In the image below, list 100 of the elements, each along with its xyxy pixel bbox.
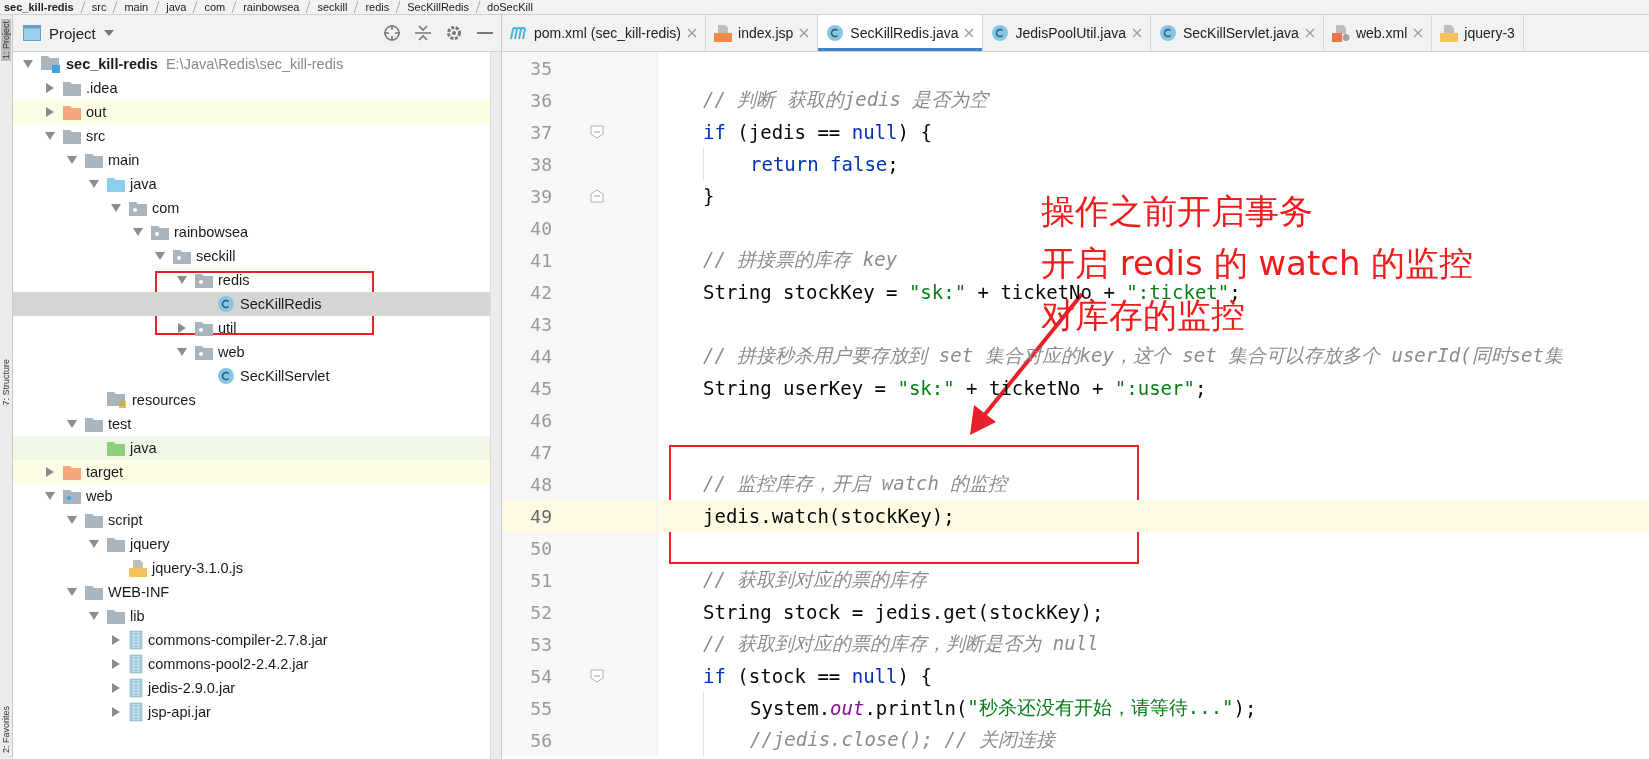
- tree-item[interactable]: jquery: [13, 532, 490, 556]
- tool-window-tab[interactable]: 2: Favorites: [1, 703, 11, 755]
- close-icon[interactable]: [1304, 28, 1315, 38]
- collapse-arrow-icon[interactable]: [44, 490, 56, 502]
- collapse-all-icon[interactable]: [415, 24, 431, 42]
- tree-item[interactable]: web: [13, 340, 490, 364]
- fold-marker-icon[interactable]: [590, 189, 604, 203]
- locate-icon[interactable]: [383, 24, 401, 42]
- breadcrumb-item[interactable]: com: [204, 1, 226, 13]
- class-icon: [826, 24, 845, 42]
- collapse-arrow-icon[interactable]: [66, 418, 78, 430]
- tree-item[interactable]: WEB-INF: [13, 580, 490, 604]
- tree-item[interactable]: commons-pool2-2.4.2.jar: [13, 652, 490, 676]
- expand-arrow-icon[interactable]: [176, 322, 188, 334]
- close-icon[interactable]: [1413, 28, 1424, 38]
- tree-item[interactable]: util: [13, 316, 490, 340]
- editor-tab[interactable]: SecKillRedis.java: [818, 15, 984, 51]
- expand-arrow-icon[interactable]: [110, 634, 122, 646]
- breadcrumb-item[interactable]: java: [166, 1, 187, 13]
- tree-item[interactable]: redis: [13, 268, 490, 292]
- collapse-arrow-icon[interactable]: [88, 610, 100, 622]
- tree-item[interactable]: lib: [13, 604, 490, 628]
- collapse-arrow-icon[interactable]: [176, 274, 188, 286]
- window-icon: [23, 25, 41, 41]
- tree-item[interactable]: jsp-api.jar: [13, 700, 490, 724]
- breadcrumb-item[interactable]: rainbowsea: [243, 1, 300, 13]
- breadcrumb-item[interactable]: main: [124, 1, 149, 13]
- collapse-arrow-icon[interactable]: [22, 58, 34, 70]
- breadcrumb-item[interactable]: src: [91, 1, 107, 13]
- tree-item[interactable]: main: [13, 148, 490, 172]
- tree-item-label: jquery-3.1.0.js: [152, 560, 244, 576]
- collapse-arrow-icon[interactable]: [66, 586, 78, 598]
- editor-tab[interactable]: JedisPoolUtil.java: [983, 15, 1151, 51]
- separator-icon: [305, 1, 312, 13]
- tree-item[interactable]: java: [13, 172, 490, 196]
- tree-item[interactable]: java: [13, 436, 490, 460]
- folder-icon: [107, 440, 125, 456]
- tree-item[interactable]: SecKillServlet: [13, 364, 490, 388]
- tree-item[interactable]: seckill: [13, 244, 490, 268]
- tree-item-label: seckill: [196, 248, 236, 264]
- settings-icon[interactable]: [445, 24, 463, 42]
- collapse-arrow-icon[interactable]: [132, 226, 144, 238]
- tool-window-tab[interactable]: 1: Project: [1, 19, 11, 62]
- collapse-arrow-icon[interactable]: [44, 130, 56, 142]
- tree-item-label: util: [218, 320, 237, 336]
- collapse-arrow-icon[interactable]: [66, 514, 78, 526]
- package-folder-icon: [195, 272, 213, 288]
- project-path: E:\Java\Redis\sec_kill-redis: [165, 56, 344, 72]
- expand-arrow-icon[interactable]: [44, 466, 56, 478]
- line-number: 43: [529, 313, 552, 335]
- collapse-arrow-icon[interactable]: [154, 250, 166, 262]
- close-icon[interactable]: [964, 28, 975, 38]
- breadcrumb-item[interactable]: doSecKill: [487, 1, 533, 13]
- editor-tab[interactable]: pom.xml (sec_kill-redis): [502, 15, 707, 51]
- collapse-arrow-icon[interactable]: [88, 538, 100, 550]
- breadcrumb-item[interactable]: SecKillRedis: [407, 1, 469, 13]
- tree-item[interactable]: src: [13, 124, 490, 148]
- tool-window-tab[interactable]: 7: Structure: [1, 357, 11, 408]
- close-icon[interactable]: [799, 28, 810, 38]
- tree-item-label: sec_kill-redis: [66, 56, 158, 72]
- editor-tab[interactable]: SecKillServlet.java: [1150, 15, 1324, 51]
- tree-item[interactable]: SecKillRedis: [13, 292, 490, 316]
- tree-item[interactable]: sec_kill-redis E:\Java\Redis\sec_kill-redis: [13, 52, 490, 76]
- separator-icon: [79, 1, 86, 13]
- minimize-icon[interactable]: [477, 31, 493, 35]
- code-text: jedis.watch(stockKey);: [703, 504, 955, 529]
- tree-item[interactable]: script: [13, 508, 490, 532]
- line-number: 52: [529, 601, 552, 623]
- collapse-arrow-icon[interactable]: [66, 154, 78, 166]
- collapse-arrow-icon[interactable]: [110, 202, 122, 214]
- expand-arrow-icon[interactable]: [110, 682, 122, 694]
- tree-item[interactable]: web: [13, 484, 490, 508]
- collapse-arrow-icon[interactable]: [88, 178, 100, 190]
- tree-item-label: commons-compiler-2.7.8.jar: [148, 632, 328, 648]
- tree-item[interactable]: commons-compiler-2.7.8.jar: [13, 628, 490, 652]
- tree-item[interactable]: resources: [13, 388, 490, 412]
- expand-arrow-icon[interactable]: [44, 82, 56, 94]
- editor-tab[interactable]: web.xml: [1323, 15, 1433, 51]
- expand-arrow-icon[interactable]: [44, 106, 56, 118]
- close-icon[interactable]: [687, 28, 698, 38]
- scrollbar[interactable]: [490, 52, 501, 759]
- tree-item[interactable]: target: [13, 460, 490, 484]
- expand-arrow-icon[interactable]: [110, 706, 122, 718]
- tree-item[interactable]: jquery-3.1.0.js: [13, 556, 490, 580]
- breadcrumb-item[interactable]: sec_kill-redis: [4, 1, 74, 13]
- tree-item[interactable]: out: [13, 100, 490, 124]
- tree-item[interactable]: jedis-2.9.0.jar: [13, 676, 490, 700]
- tree-item[interactable]: rainbowsea: [13, 220, 490, 244]
- collapse-arrow-icon[interactable]: [176, 346, 188, 358]
- close-icon[interactable]: [1131, 28, 1142, 38]
- tree-item[interactable]: test: [13, 412, 490, 436]
- fold-marker-icon[interactable]: [590, 669, 604, 683]
- tree-item[interactable]: com: [13, 196, 490, 220]
- fold-marker-icon[interactable]: [590, 125, 604, 139]
- expand-arrow-icon[interactable]: [110, 658, 122, 670]
- tree-item[interactable]: .idea: [13, 76, 490, 100]
- breadcrumb-item[interactable]: redis: [365, 1, 390, 13]
- editor-tab[interactable]: jquery-3: [1432, 15, 1524, 51]
- breadcrumb-item[interactable]: seckill: [317, 1, 348, 13]
- project-view-selector[interactable]: Project: [23, 24, 114, 42]
